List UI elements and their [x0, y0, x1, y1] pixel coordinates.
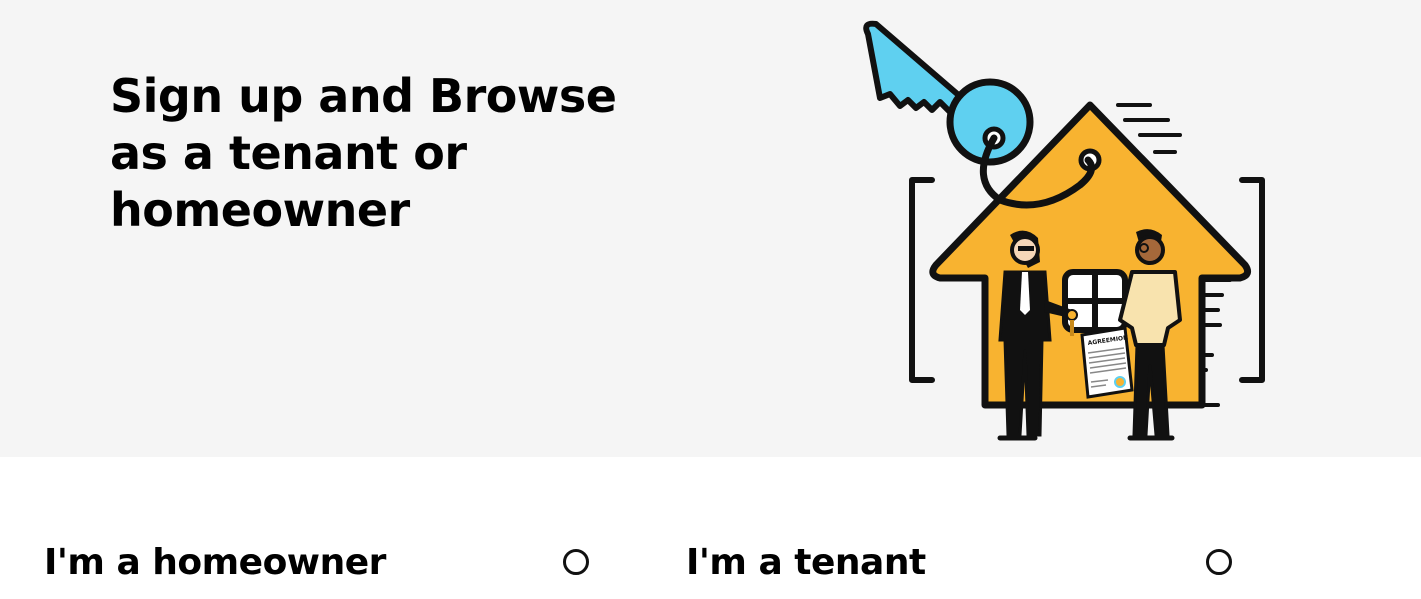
hero-section: Sign up and Browse as a tenant or homeowne…	[0, 0, 1421, 457]
tenant-radio[interactable]	[1206, 549, 1232, 575]
page-title: Sign up and Browse as a tenant or homeowne…	[110, 68, 630, 239]
homeowner-radio[interactable]	[563, 549, 589, 575]
homeowner-option[interactable]: I'm a homeowner	[44, 532, 594, 592]
page-title-line-2: as a tenant or	[110, 126, 467, 180]
page-title-line-1: Sign up and Browse	[110, 69, 617, 123]
house-key-agreement-illustration: AGREEMION	[863, 20, 1265, 441]
right-bracket	[1239, 177, 1265, 383]
tenant-option-label: I'm a tenant	[686, 541, 926, 583]
page-title-line-3: homeowner	[110, 183, 410, 237]
tenant-option[interactable]: I'm a tenant	[686, 532, 1236, 592]
left-bracket	[909, 177, 935, 383]
homeowner-option-label: I'm a homeowner	[44, 541, 386, 583]
agreement-document: AGREEMION	[1080, 326, 1134, 399]
